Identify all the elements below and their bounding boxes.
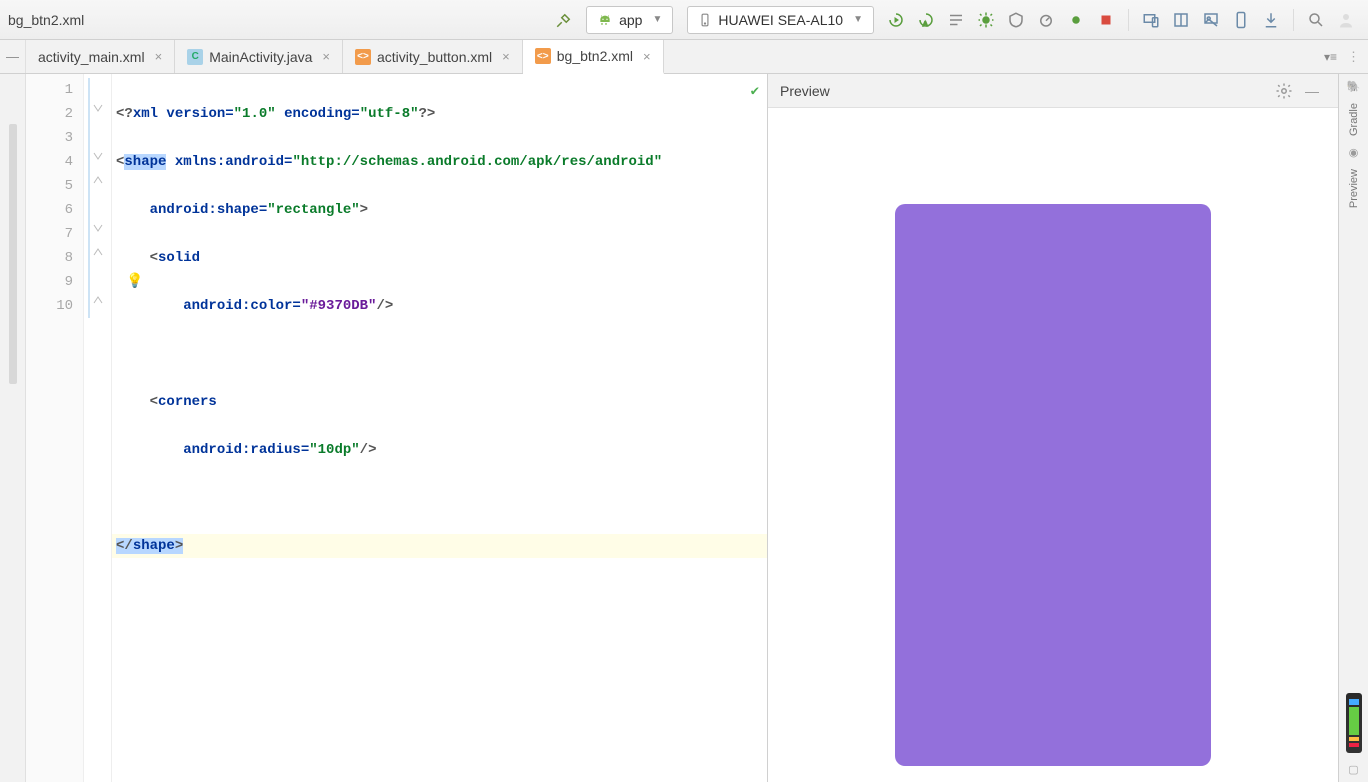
close-icon[interactable]: × (322, 49, 330, 64)
preview-pane: Preview — (768, 74, 1338, 782)
right-tool-rail: 🐘 Gradle ◉ Preview ▢ (1338, 74, 1368, 782)
line-number: 8 (26, 246, 83, 270)
chevron-down-icon: ▼ (853, 14, 863, 25)
device-label: HUAWEI SEA-AL10 (718, 12, 843, 28)
download-icon[interactable] (1258, 7, 1284, 33)
fold-toggle-icon[interactable] (92, 150, 104, 162)
tab-label: activity_main.xml (38, 49, 145, 65)
line-number: 10 (26, 294, 83, 318)
search-icon[interactable] (1303, 7, 1329, 33)
close-icon[interactable]: × (502, 49, 510, 64)
more-tabs-icon[interactable]: ⋮ (1347, 49, 1360, 65)
line-number: 1 (26, 78, 83, 102)
device-dropdown[interactable]: HUAWEI SEA-AL10 ▼ (687, 6, 874, 34)
validation-ok-icon: ✔ (751, 80, 759, 104)
run-config-label: app (619, 12, 642, 28)
tab-label: MainActivity.java (209, 49, 312, 65)
chevron-down-icon: ▼ (652, 14, 662, 25)
code-text[interactable]: <?xml version="1.0" encoding="utf-8"?> <… (112, 74, 767, 782)
intention-bulb-icon[interactable]: 💡 (126, 270, 143, 294)
scroll-thumb[interactable] (9, 124, 17, 384)
java-file-icon: C (187, 49, 203, 65)
eye-icon[interactable]: ◉ (1349, 146, 1359, 159)
main-toolbar: bg_btn2.xml app ▼ HUAWEI SEA-AL10 ▼ A (0, 0, 1368, 40)
user-icon[interactable] (1333, 7, 1359, 33)
close-icon[interactable]: × (155, 49, 163, 64)
breadcrumb: bg_btn2.xml (8, 12, 96, 28)
collapse-panel-icon[interactable]: — (0, 40, 26, 73)
line-number: 5 (26, 174, 83, 198)
rendered-shape (895, 204, 1211, 766)
svg-text:A: A (923, 21, 928, 28)
tab-activity-button[interactable]: <> activity_button.xml × (343, 40, 523, 73)
gradle-elephant-icon[interactable]: 🐘 (1347, 80, 1361, 93)
line-number: 3 (26, 126, 83, 150)
separator (1128, 9, 1129, 31)
run-icon[interactable] (883, 7, 909, 33)
left-tool-gutter (0, 74, 26, 782)
line-number: 6 (26, 198, 83, 222)
line-number: 2 (26, 102, 83, 126)
gear-icon[interactable] (1271, 78, 1297, 104)
apply-changes-icon[interactable] (943, 7, 969, 33)
sdk-manager-icon[interactable] (1168, 7, 1194, 33)
profiler-icon[interactable] (1033, 7, 1059, 33)
main-area: 1 2 3 4 5 6 7 8 9 10 <?xml version="1.0"… (0, 74, 1368, 782)
rail-label-preview[interactable]: Preview (1348, 163, 1360, 214)
line-number: 7 (26, 222, 83, 246)
attach-debugger-icon[interactable] (1063, 7, 1089, 33)
run-config-dropdown[interactable]: app ▼ (586, 6, 673, 34)
layout-inspector-icon[interactable] (1228, 7, 1254, 33)
tab-activity-main[interactable]: activity_main.xml × (26, 40, 175, 73)
preview-header: Preview — (768, 74, 1338, 108)
tab-strip-actions: ▾≡ ⋮ (1316, 40, 1368, 73)
preview-canvas[interactable] (768, 108, 1338, 782)
tab-label: bg_btn2.xml (557, 48, 633, 64)
toolbar-actions: app ▼ HUAWEI SEA-AL10 ▼ A (550, 6, 1360, 34)
line-number-gutter: 1 2 3 4 5 6 7 8 9 10 (26, 74, 84, 782)
editor-tab-strip: — activity_main.xml × C MainActivity.jav… (0, 40, 1368, 74)
xml-file-icon: <> (355, 49, 371, 65)
tab-main-activity[interactable]: C MainActivity.java × (175, 40, 343, 73)
coverage-icon[interactable] (1003, 7, 1029, 33)
preview-title: Preview (780, 83, 830, 99)
fold-toggle-icon[interactable] (92, 294, 104, 306)
stop-icon[interactable] (1093, 7, 1119, 33)
device-frame-icon[interactable]: ▢ (1348, 763, 1358, 776)
fold-gutter (84, 74, 112, 782)
fold-toggle-icon[interactable] (92, 102, 104, 114)
rail-label-gradle[interactable]: Gradle (1348, 97, 1360, 142)
separator (1293, 9, 1294, 31)
breadcrumb-file: bg_btn2.xml (8, 12, 84, 28)
resource-manager-icon[interactable] (1198, 7, 1224, 33)
minimize-icon[interactable]: — (1299, 78, 1325, 104)
rerun-icon[interactable]: A (913, 7, 939, 33)
tab-label: activity_button.xml (377, 49, 492, 65)
line-number: 9 (26, 270, 83, 294)
code-editor[interactable]: 1 2 3 4 5 6 7 8 9 10 <?xml version="1.0"… (26, 74, 768, 782)
split-view-icon[interactable]: ▾≡ (1324, 50, 1337, 64)
debug-icon[interactable] (973, 7, 999, 33)
tab-bg-btn2[interactable]: <> bg_btn2.xml × (523, 40, 664, 74)
memory-indicator[interactable] (1346, 693, 1362, 753)
line-number: 4 (26, 150, 83, 174)
fold-toggle-icon[interactable] (92, 246, 104, 258)
build-hammer-icon[interactable] (551, 7, 577, 33)
avd-manager-icon[interactable] (1138, 7, 1164, 33)
xml-file-icon: <> (535, 48, 551, 64)
fold-toggle-icon[interactable] (92, 222, 104, 234)
fold-toggle-icon[interactable] (92, 174, 104, 186)
close-icon[interactable]: × (643, 49, 651, 64)
